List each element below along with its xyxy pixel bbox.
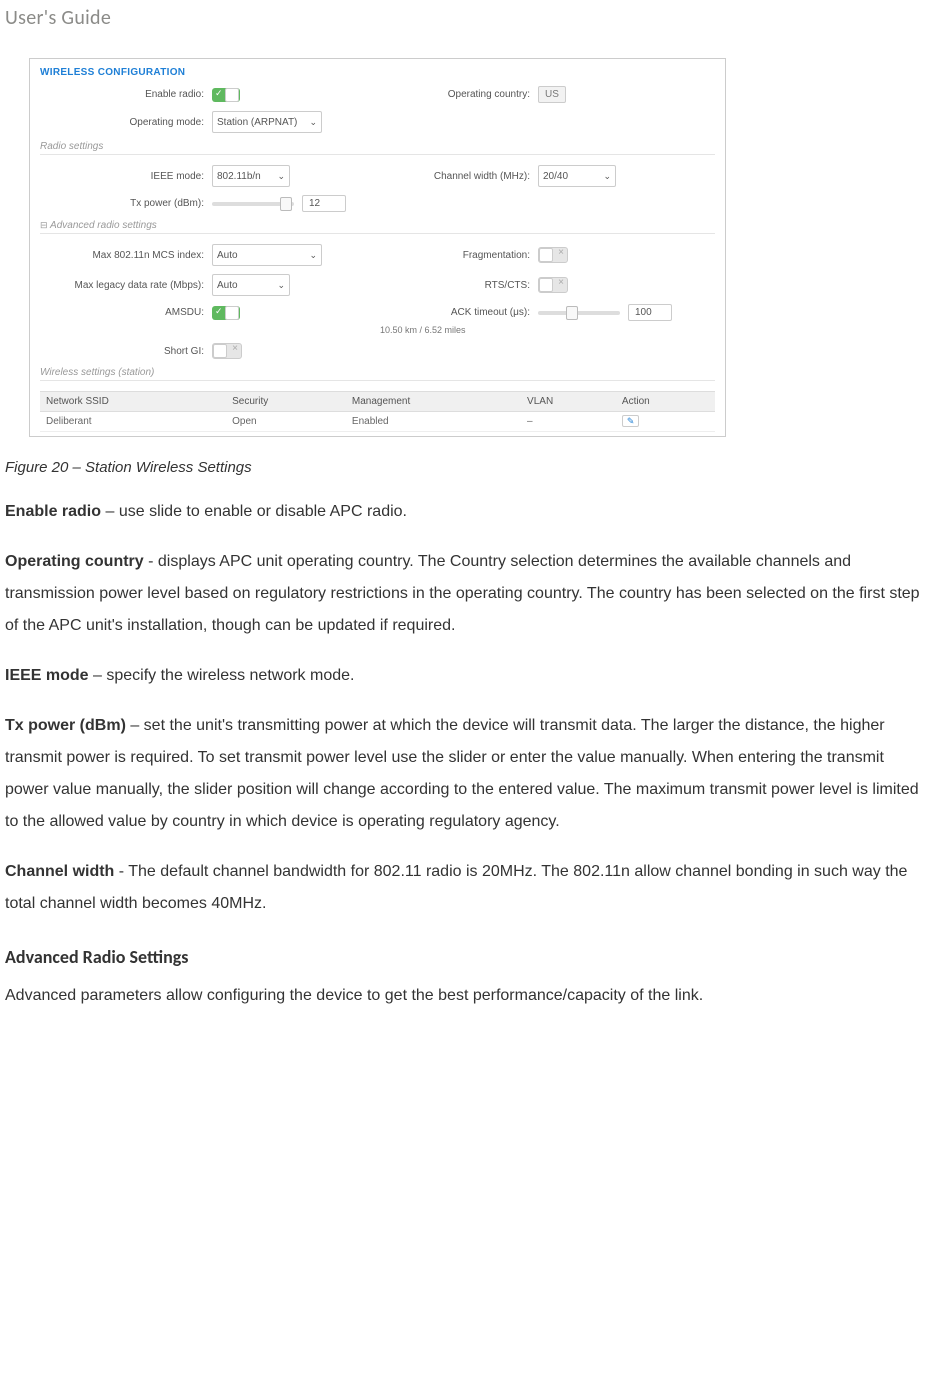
para-tx-power: Tx power (dBm) – set the unit's transmit… <box>5 710 927 838</box>
tx-power-slider[interactable] <box>212 202 294 206</box>
ieee-mode-label: IEEE mode: <box>40 171 212 182</box>
ack-timeout-label: ACK timeout (μs): <box>380 307 538 318</box>
para-text: – set the unit's transmitting power at w… <box>5 717 919 830</box>
th-vlan: VLAN <box>521 392 616 412</box>
wireless-table: Network SSID Security Management VLAN Ac… <box>40 391 715 432</box>
para-text: - The default channel bandwidth for 802.… <box>5 863 907 912</box>
td-management: Enabled <box>346 412 521 432</box>
short-gi-toggle[interactable] <box>212 343 242 359</box>
fragmentation-label: Fragmentation: <box>380 250 538 261</box>
figure-caption: Figure 20 – Station Wireless Settings <box>5 459 927 476</box>
para-channel-width: Channel width - The default channel band… <box>5 856 927 920</box>
rtscts-toggle[interactable] <box>538 277 568 293</box>
advanced-radio-section[interactable]: Advanced radio settings <box>40 220 715 234</box>
chevron-down-icon: ⌄ <box>309 117 317 128</box>
para-text: – use slide to enable or disable APC rad… <box>101 503 407 520</box>
th-ssid: Network SSID <box>40 392 226 412</box>
short-gi-label: Short GI: <box>40 346 212 357</box>
amsdu-toggle[interactable] <box>212 306 240 320</box>
max-mcs-label: Max 802.11n MCS index: <box>40 250 212 261</box>
ieee-mode-select[interactable]: 802.11b/n ⌄ <box>212 165 290 187</box>
bold-term: Channel width <box>5 863 114 880</box>
wireless-station-section: Wireless settings (station) <box>40 367 715 381</box>
channel-width-label: Channel width (MHz): <box>380 171 538 182</box>
para-ieee-mode: IEEE mode – specify the wireless network… <box>5 660 927 692</box>
ack-timeout-note: 10.50 km / 6.52 miles <box>212 325 720 335</box>
enable-radio-label: Enable radio: <box>40 89 212 100</box>
rtscts-label: RTS/CTS: <box>380 280 538 291</box>
max-legacy-value: Auto <box>217 280 238 291</box>
max-mcs-select[interactable]: Auto ⌄ <box>212 244 322 266</box>
amsdu-label: AMSDU: <box>40 307 212 318</box>
chevron-down-icon: ⌄ <box>277 171 285 182</box>
chevron-down-icon: ⌄ <box>603 171 611 182</box>
bold-term: IEEE mode <box>5 667 89 684</box>
para-enable-radio: Enable radio – use slide to enable or di… <box>5 496 927 528</box>
ack-timeout-input[interactable]: 100 <box>628 304 672 321</box>
para-advanced: Advanced parameters allow configuring th… <box>5 980 927 1012</box>
operating-country-value: US <box>538 86 566 103</box>
screenshot-title: WIRELESS CONFIGURATION <box>40 67 715 78</box>
td-security: Open <box>226 412 346 432</box>
th-management: Management <box>346 392 521 412</box>
edit-icon[interactable]: ✎ <box>622 415 640 427</box>
para-operating-country: Operating country - displays APC unit op… <box>5 546 927 642</box>
advanced-heading: Advanced Radio Settings <box>5 946 927 968</box>
max-legacy-label: Max legacy data rate (Mbps): <box>40 280 212 291</box>
ieee-mode-value: 802.11b/n <box>217 171 261 182</box>
th-action: Action <box>616 392 715 412</box>
bold-term: Tx power (dBm) <box>5 717 126 734</box>
td-ssid: Deliberant <box>40 412 226 432</box>
chevron-down-icon: ⌄ <box>309 250 317 261</box>
tx-power-input[interactable]: 12 <box>302 195 346 212</box>
wireless-config-screenshot: WIRELESS CONFIGURATION Enable radio: Ope… <box>29 58 726 437</box>
chevron-down-icon: ⌄ <box>277 280 285 291</box>
tx-power-label: Tx power (dBm): <box>40 198 212 209</box>
td-vlan: – <box>521 412 616 432</box>
table-row: Deliberant Open Enabled – ✎ <box>40 412 715 432</box>
operating-mode-label: Operating mode: <box>40 117 212 128</box>
th-security: Security <box>226 392 346 412</box>
channel-width-value: 20/40 <box>543 171 568 182</box>
bold-term: Enable radio <box>5 503 101 520</box>
fragmentation-toggle[interactable] <box>538 247 568 263</box>
max-mcs-value: Auto <box>217 250 238 261</box>
operating-mode-select[interactable]: Station (ARPNAT) ⌄ <box>212 111 322 133</box>
channel-width-select[interactable]: 20/40 ⌄ <box>538 165 616 187</box>
max-legacy-select[interactable]: Auto ⌄ <box>212 274 290 296</box>
operating-country-label: Operating country: <box>380 89 538 100</box>
radio-settings-section: Radio settings <box>40 141 715 155</box>
ack-timeout-slider[interactable] <box>538 311 620 315</box>
enable-radio-toggle[interactable] <box>212 88 240 102</box>
page-header: User's Guide <box>5 6 927 30</box>
operating-mode-value: Station (ARPNAT) <box>217 117 297 128</box>
bold-term: Operating country <box>5 553 144 570</box>
para-text: – specify the wireless network mode. <box>89 667 355 684</box>
